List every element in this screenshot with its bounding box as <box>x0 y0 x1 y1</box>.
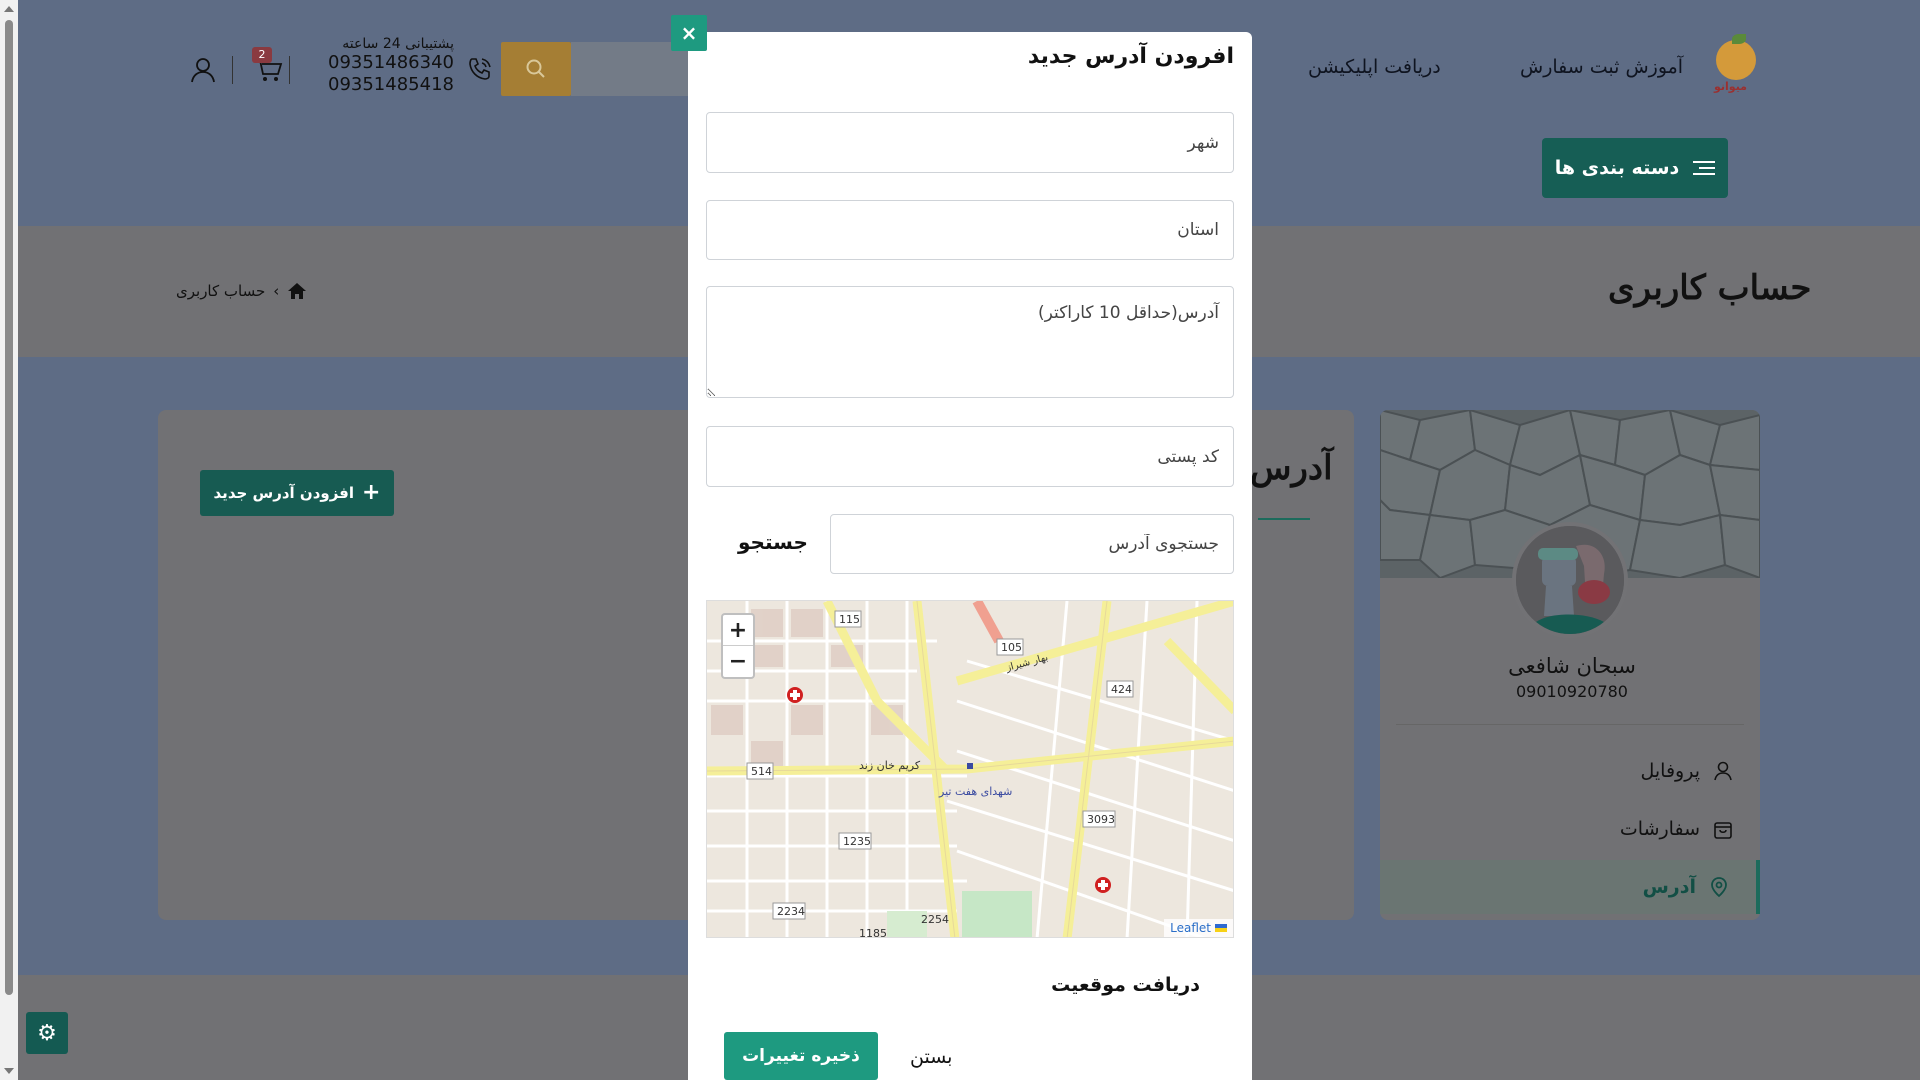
map-zoom-control: + − <box>721 613 755 679</box>
logo-leaf-icon <box>1732 34 1746 44</box>
modal-close-button[interactable]: × <box>671 15 707 51</box>
chevron-left-icon: ‹ <box>273 282 280 300</box>
avatar-illustration <box>1516 526 1624 634</box>
section-title-underline <box>1258 518 1310 520</box>
avatar[interactable] <box>1512 522 1628 638</box>
road-label: 514 <box>751 765 772 778</box>
add-address-modal: افرودن آدرس جدید جستجو <box>688 32 1252 1080</box>
scroll-up-arrow[interactable] <box>4 6 14 12</box>
ukraine-flag-icon <box>1215 924 1227 932</box>
street-label: کریم خان زند <box>859 759 921 772</box>
modal-title: افرودن آدرس جدید <box>1027 44 1234 69</box>
menu-icon <box>1693 157 1716 179</box>
user-phone: 09010920780 <box>1516 682 1628 701</box>
nav-get-app[interactable]: دریافت اپلیکیشن <box>1308 56 1441 78</box>
shopping-bag-icon <box>1714 822 1732 839</box>
plus-icon: + <box>362 480 381 505</box>
sidebar-item-label: سفارشات <box>1619 818 1700 840</box>
scroll-thumb[interactable] <box>5 20 13 995</box>
header-divider <box>232 56 233 84</box>
cancel-button[interactable]: بستن <box>910 1046 952 1068</box>
attribution-link[interactable]: Leaflet <box>1170 921 1211 935</box>
location-pin-icon <box>1711 877 1727 898</box>
support-phone-2[interactable]: 09351485418 <box>328 74 454 96</box>
map-tiles: 115 105 424 514 3093 1235 2234 2254 1185… <box>707 601 1233 938</box>
search-icon <box>526 59 545 78</box>
get-location-button[interactable]: دریافت موقعیت <box>1051 974 1200 996</box>
breadcrumb-current: حساب کاربری <box>176 282 266 300</box>
road-label: 1185 <box>859 927 887 938</box>
categories-button[interactable]: دسته بندی ها <box>1542 138 1728 198</box>
zoom-out-button[interactable]: − <box>723 646 753 677</box>
sidebar-item-orders[interactable]: سفارشات <box>1380 802 1760 856</box>
add-address-button[interactable]: افزودن آدرس جدید + <box>200 470 394 516</box>
page-scrollbar[interactable] <box>0 0 18 1080</box>
home-icon[interactable] <box>287 282 307 300</box>
save-button[interactable]: ذخیره تغییرات <box>724 1032 878 1080</box>
section-title: آدرس <box>1250 448 1333 488</box>
sidebar-item-label: پروفایل <box>1640 760 1701 782</box>
support-info: پشتیبانی 24 ساعته 09351486340 0935148541… <box>328 36 454 96</box>
address-search-input[interactable] <box>830 514 1234 574</box>
sidebar-item-address[interactable]: آدرس <box>1380 860 1760 914</box>
state-field[interactable] <box>706 200 1234 260</box>
phone-icon <box>469 58 491 80</box>
city-field[interactable] <box>706 112 1234 173</box>
map-attribution[interactable]: Leaflet <box>1164 919 1233 937</box>
logo-fruit-icon <box>1716 40 1756 80</box>
page-title: حساب کاربری <box>1608 268 1812 308</box>
support-phone-1[interactable]: 09351486340 <box>328 52 454 74</box>
nav-order-guide[interactable]: آموزش ثبت سفارش <box>1520 56 1683 78</box>
sidebar-item-profile[interactable]: پروفایل <box>1380 744 1760 798</box>
categories-label: دسته بندی ها <box>1554 157 1680 179</box>
scroll-down-arrow[interactable] <box>4 1068 14 1074</box>
postal-code-field[interactable] <box>706 426 1234 487</box>
road-label: 3093 <box>1087 813 1115 826</box>
user-name: سبحان شافعی <box>1508 654 1636 678</box>
road-label: 2254 <box>921 913 949 926</box>
road-label: 1235 <box>843 835 871 848</box>
header-search-button[interactable] <box>501 42 571 96</box>
user-account-icon[interactable] <box>190 56 216 84</box>
address-search-button[interactable]: جستجو <box>738 530 808 554</box>
road-label: 2234 <box>777 905 805 918</box>
station-label: شهدای هفت تیر <box>938 785 1012 798</box>
sidebar-item-label: آدرس <box>1642 876 1696 898</box>
logo-text: میوانو <box>1714 80 1747 93</box>
gear-icon: ⚙ <box>37 1020 57 1046</box>
road-label: 424 <box>1111 683 1132 696</box>
user-icon <box>1714 761 1732 781</box>
add-address-label: افزودن آدرس جدید <box>213 484 355 502</box>
cart-count-badge: 2 <box>252 47 272 63</box>
logo[interactable]: میوانو <box>1710 34 1762 96</box>
address-map[interactable]: 115 105 424 514 3093 1235 2234 2254 1185… <box>706 600 1234 938</box>
header-divider <box>289 56 290 84</box>
zoom-in-button[interactable]: + <box>723 615 753 646</box>
settings-button[interactable]: ⚙ <box>26 1012 68 1054</box>
sidebar-divider <box>1396 724 1744 725</box>
support-label: پشتیبانی 24 ساعته <box>342 36 454 52</box>
road-label: 115 <box>839 613 860 626</box>
road-label: 105 <box>1001 641 1022 654</box>
breadcrumb: حساب کاربری ‹ <box>176 282 307 300</box>
address-textarea[interactable] <box>706 286 1234 398</box>
